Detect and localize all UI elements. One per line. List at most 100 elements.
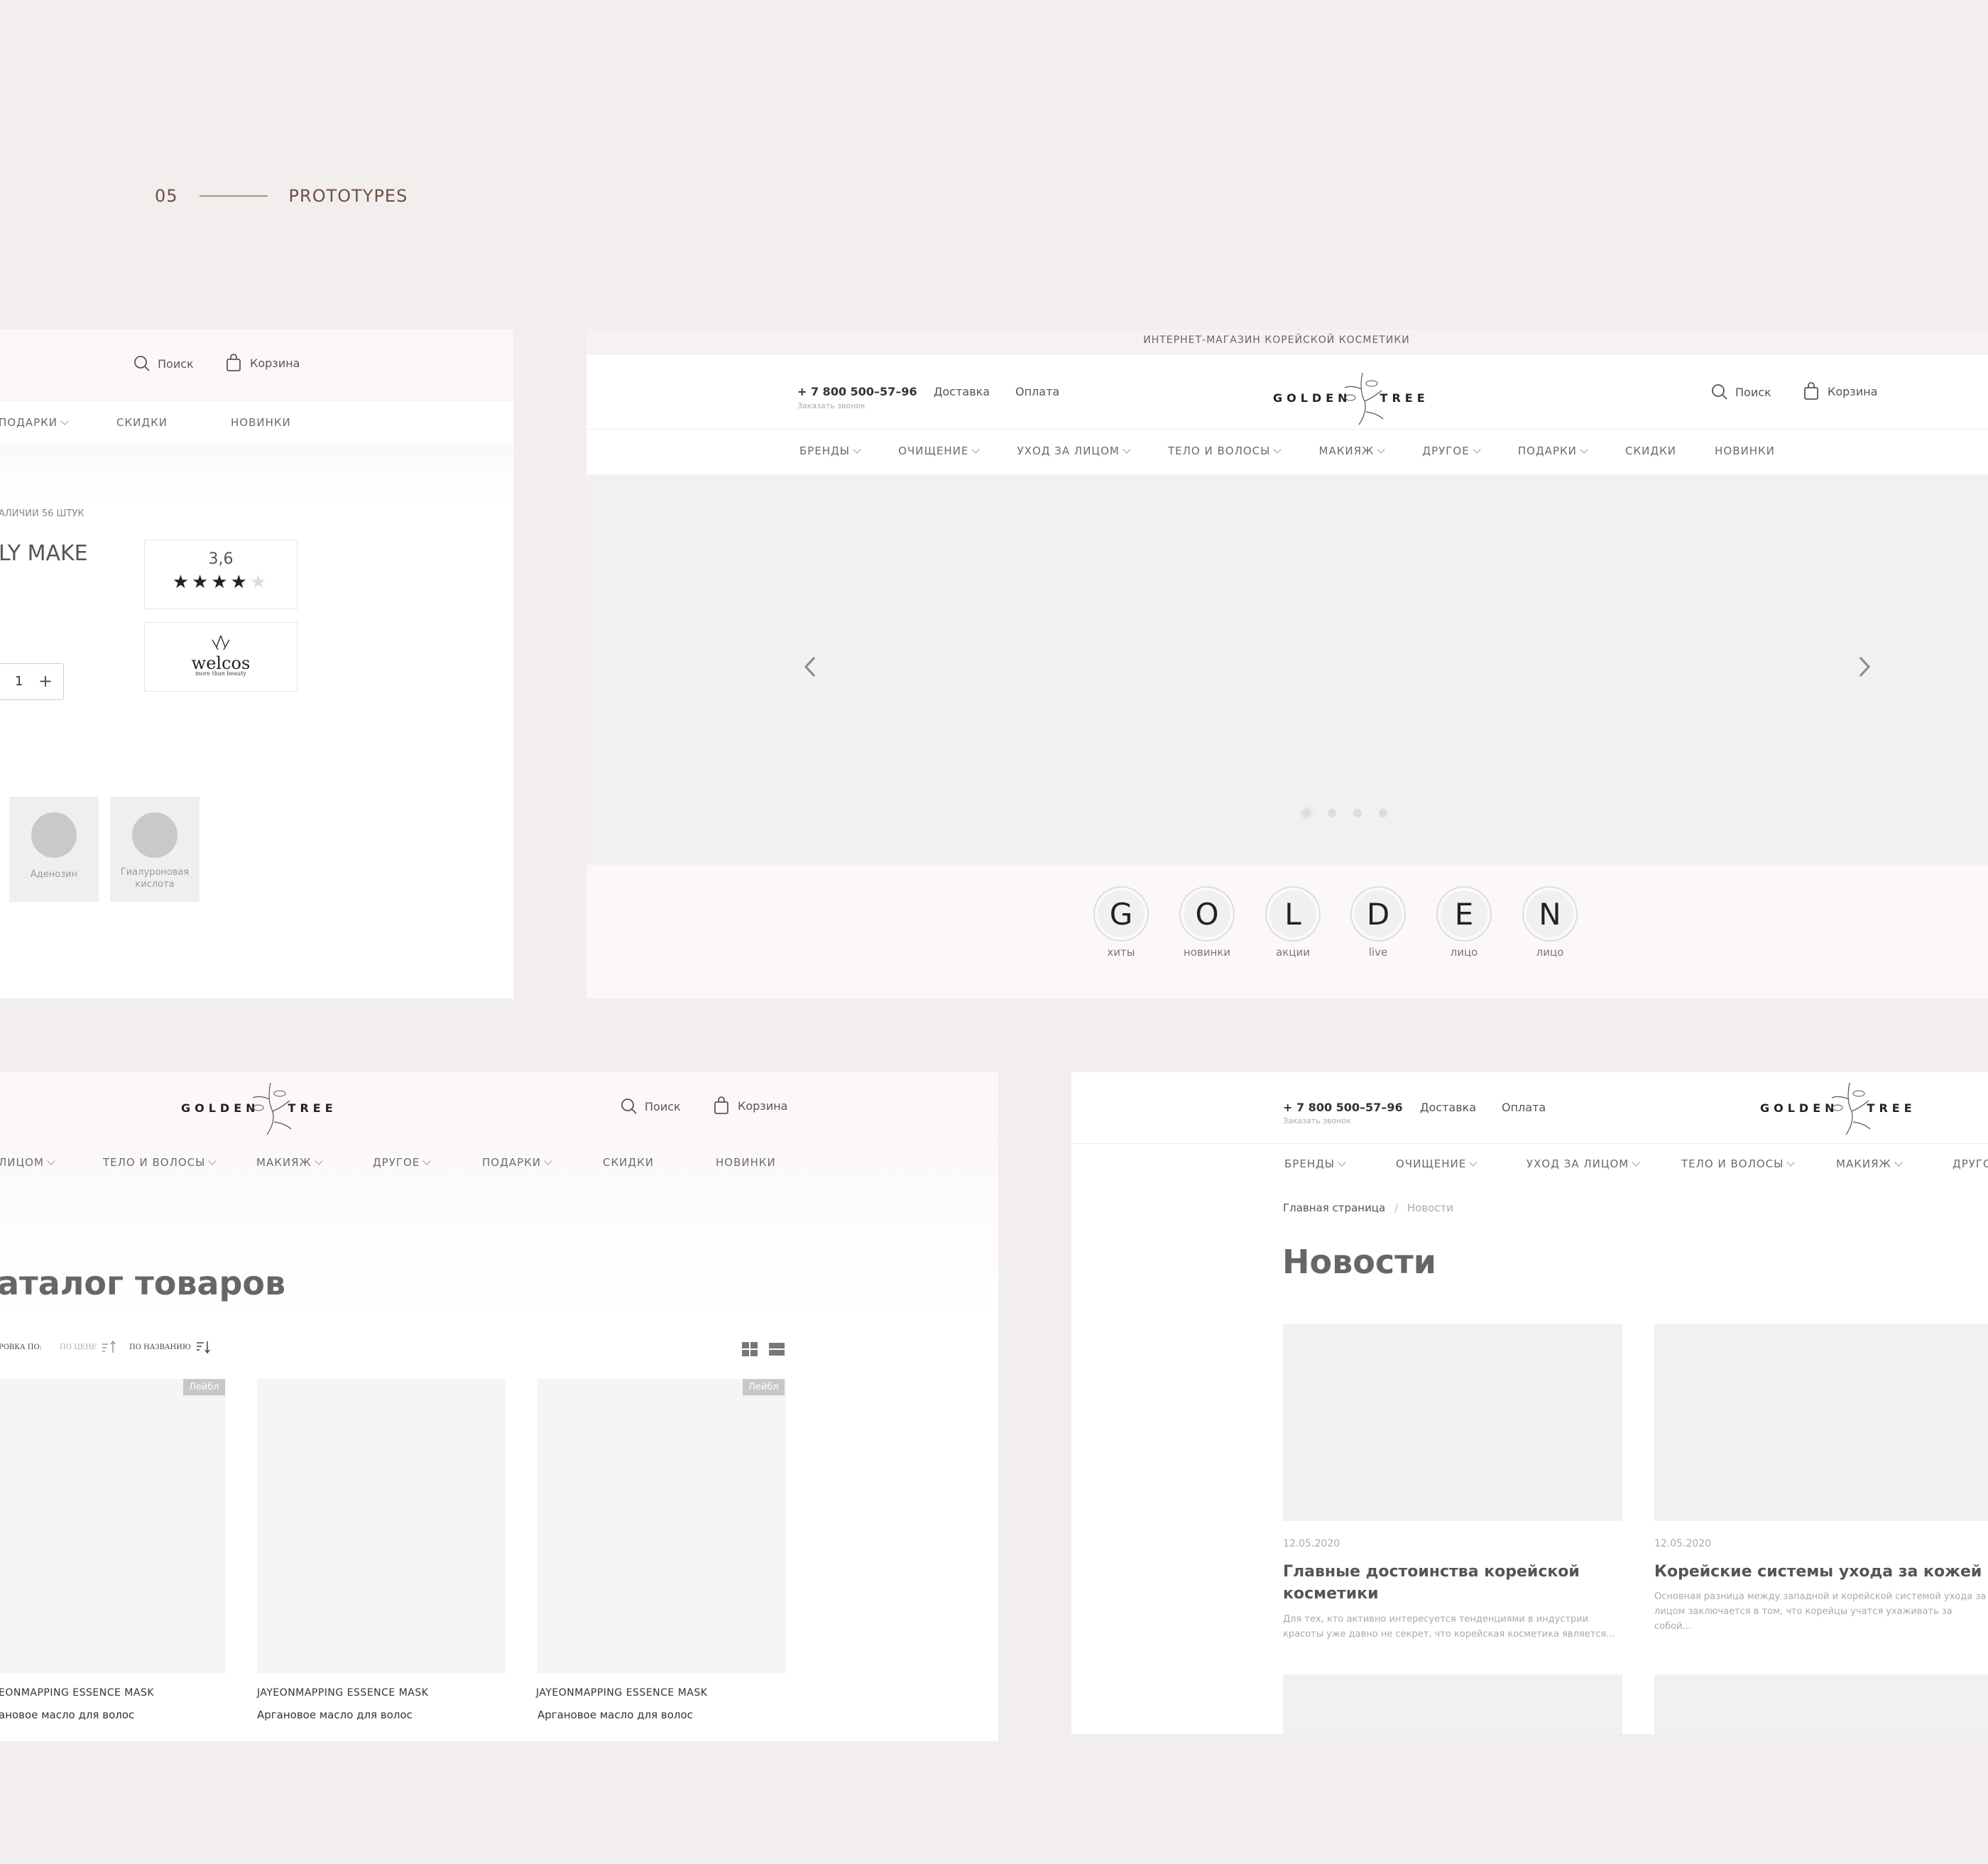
nav-label: УХОД ЗА ЛИЦОМ [1017,445,1120,457]
nav-sale[interactable]: СКИДКИ [1625,445,1676,457]
grid-view-icon[interactable] [742,1342,758,1356]
nav-face-care[interactable]: УХОД ЗА ЛИЦОМ [1526,1157,1681,1170]
callback-link[interactable]: Заказать звонок [1283,1116,1351,1126]
news-nav: БРЕНДЫ ОЧИЩЕНИЕ УХОД ЗА ЛИЦОМ ТЕЛО И ВОЛ… [1284,1157,1988,1170]
logo[interactable]: GOLDEN TREE [1760,1079,1916,1136]
nav-body-hair[interactable]: ТЕЛО И ВОЛОСЫ [1168,445,1282,457]
cart-link[interactable]: Корзина [1803,382,1877,400]
category-circle-d[interactable]: Dlive [1350,886,1407,959]
logo[interactable]: GOLDEN TREE [1273,369,1429,426]
slider-dot[interactable] [1328,809,1336,817]
nav-makeup[interactable]: МАКИЯЖ [256,1156,373,1169]
nav-brands[interactable]: БРЕНДЫ [1284,1157,1396,1170]
product-name[interactable]: ановое масло для волос [0,1708,134,1721]
payment-link[interactable]: Оплата [1015,385,1059,398]
slider-dot[interactable] [1353,809,1362,817]
callback-link[interactable]: Заказать звонок [797,401,865,410]
logo[interactable]: GOLDEN TREE [181,1079,337,1136]
chevron-down-icon [1894,1158,1903,1167]
nav-cleansing[interactable]: ОЧИЩЕНИЕ [898,445,981,457]
chevron-right-icon[interactable] [1857,655,1872,679]
nav-cleansing[interactable]: ОЧИЩЕНИЕ [1396,1157,1526,1170]
nav-brands[interactable]: БРЕНДЫ [799,445,861,457]
sort-label: РОВКА ПО: [0,1344,43,1351]
slider-dot[interactable] [1379,809,1387,817]
brand-box[interactable]: welcos more than beauty [144,622,297,692]
slider-dots [1294,808,1396,821]
nav-gifts[interactable]: ПОДАРКИ [0,416,69,429]
breadcrumb-home[interactable]: Главная страница [1283,1201,1385,1214]
search-link[interactable]: Поиск [621,1098,681,1115]
nav-gifts[interactable]: ПОДАРКИ [1518,445,1588,457]
nav-label: БРЕНДЫ [1284,1157,1336,1170]
category-circle-o[interactable]: Oновинки [1179,886,1235,959]
phone-number[interactable]: + 7 800 500–57–96 [797,385,917,398]
nav-label: ПОДАРКИ [482,1156,541,1169]
sort-by-name[interactable]: ПО НАЗВАНИЮ [129,1340,211,1354]
page-title: аталог товаров [0,1264,286,1302]
nav-new[interactable]: НОВИНКИ [716,1156,776,1169]
article-title[interactable]: Корейские системы ухода за кожей [1654,1561,1988,1583]
chevron-left-icon[interactable] [803,655,817,679]
sort-price-label: ПО ЦЕНЕ [60,1343,97,1351]
nav-body-hair[interactable]: ТЕЛО И ВОЛОСЫ [103,1156,256,1169]
nav-gifts[interactable]: ПОДАРКИ [482,1156,603,1169]
category-circle-l[interactable]: Lакции [1265,886,1321,959]
nav-other[interactable]: ДРУГОЕ [1422,445,1481,457]
nav-body-hair[interactable]: ТЕЛО И ВОЛОСЫ [1681,1157,1836,1170]
category-circle-g[interactable]: Gхиты [1093,886,1149,959]
product-card-image[interactable] [537,1379,786,1673]
cart-link[interactable]: Корзина [226,354,300,372]
nav-label: МАКИЯЖ [1836,1157,1891,1170]
nav-label: ПОДАРКИ [0,416,58,429]
sort-descending-icon [196,1341,210,1354]
chevron-down-icon [314,1157,323,1165]
quantity-stepper[interactable]: 1 + [0,663,64,700]
delivery-link[interactable]: Доставка [934,385,990,398]
star-empty-icon: ★ [249,571,270,592]
ingredient-image [132,812,178,858]
nav-sale[interactable]: СКИДКИ [603,1156,716,1169]
category-circle-n[interactable]: Nлицо [1522,886,1578,959]
product-badge: Лейбл [183,1379,225,1395]
category-label: live [1368,946,1388,959]
chevron-down-icon [1632,1158,1640,1167]
search-icon [1712,384,1727,400]
categories-strip: Gхиты Oновинки Lакции Dlive Eлицо Nлицо [586,865,1988,998]
nav-new[interactable]: НОВИНКИ [1715,445,1775,457]
nav-sale[interactable]: СКИДКИ [116,416,168,429]
nav-face-care[interactable]: УХОД ЗА ЛИЦОМ [1017,445,1131,457]
rating-stars: ★★★★★ [145,571,297,593]
cart-label: Корзина [250,356,300,370]
sort-ascending-icon [102,1340,116,1353]
rating-value: 3,6 [208,550,234,568]
product-card-image[interactable] [0,1379,226,1673]
product-name[interactable]: Аргановое масло для волос [537,1708,693,1721]
nav-other[interactable]: ДРУГО [1952,1157,1988,1170]
plus-button[interactable]: + [38,671,53,691]
cart-link[interactable]: Корзина [714,1096,787,1115]
category-circle-e[interactable]: Eлицо [1436,886,1492,959]
slider-dot[interactable] [1302,809,1311,817]
article-image[interactable] [1654,1674,1988,1734]
product-card-image[interactable] [257,1379,506,1673]
search-link[interactable]: Поиск [133,355,194,372]
phone-number[interactable]: + 7 800 500–57–96 [1283,1101,1403,1114]
article-image[interactable] [1283,1674,1622,1734]
nav-other[interactable]: ДРУГОЕ [373,1156,482,1169]
topbar: ИНТЕРНЕТ-МАГАЗИН КОРЕЙСКОЙ КОСМЕТИКИ [586,329,1988,355]
list-view-icon[interactable] [769,1342,785,1356]
ingredient-image [31,812,77,858]
search-link[interactable]: Поиск [1711,383,1771,400]
nav-makeup[interactable]: МАКИЯЖ [1836,1157,1952,1170]
product-name[interactable]: Аргановое масло для волос [257,1708,413,1721]
article-image[interactable] [1654,1324,1988,1521]
article-image[interactable] [1283,1324,1622,1521]
delivery-link[interactable]: Доставка [1420,1101,1476,1114]
sort-by-price[interactable]: ПО ЦЕНЕ [60,1340,116,1354]
nav-face-care[interactable]: ЛИЦОМ [0,1156,103,1169]
article-title[interactable]: Главные достоинства корейской косметики [1283,1561,1610,1605]
nav-makeup[interactable]: МАКИЯЖ [1319,445,1385,457]
nav-new[interactable]: НОВИНКИ [231,416,291,429]
payment-link[interactable]: Оплата [1502,1101,1546,1114]
